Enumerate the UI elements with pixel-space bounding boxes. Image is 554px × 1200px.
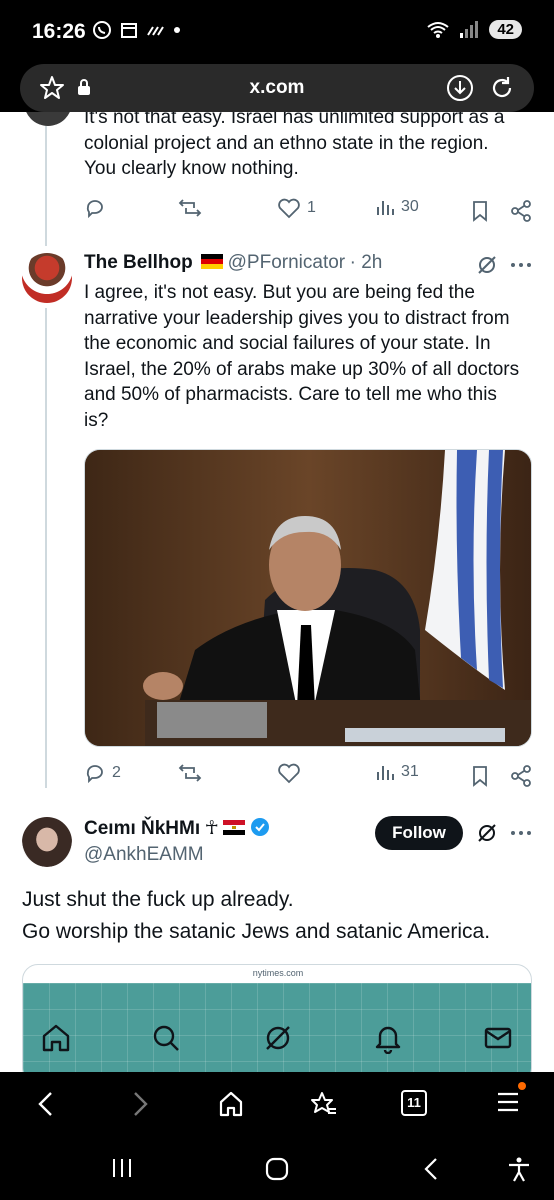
tweet-photo[interactable] <box>84 449 532 747</box>
display-name[interactable]: Ceımı ŇkHMı <box>84 818 200 839</box>
tweet-text: I agree, it's not easy. But you are bein… <box>84 280 534 433</box>
signal-slashes-icon <box>147 26 164 36</box>
reload-icon[interactable] <box>488 74 516 102</box>
tabs-button[interactable]: 11 <box>401 1090 427 1116</box>
ankh-symbol: ☥ <box>204 818 219 839</box>
tweet-text-line: Go worship the satanic Jews and satanic … <box>22 920 491 943</box>
recent-apps-icon[interactable] <box>110 1156 134 1180</box>
repost-button[interactable] <box>178 762 208 784</box>
tweet-actions: 1 30 <box>0 197 554 227</box>
more-options-icon[interactable] <box>510 828 532 838</box>
reply-icon <box>86 765 103 784</box>
menu-badge <box>518 1082 526 1090</box>
grok-icon[interactable] <box>262 1022 294 1054</box>
share-icon[interactable] <box>510 765 532 787</box>
home-icon[interactable] <box>40 1022 72 1054</box>
tweet-text: Just shut the fuck up already. Go worshi… <box>22 884 490 948</box>
whatsapp-icon <box>93 21 111 39</box>
like-button[interactable] <box>277 762 307 784</box>
browser-home-icon[interactable] <box>218 1090 244 1118</box>
thread-line <box>45 126 47 246</box>
tweet-text-line: It's not that easy. Israel has unlimited… <box>84 112 505 128</box>
status-time: 16:26 <box>32 20 86 43</box>
x-bottom-nav <box>0 1008 554 1072</box>
reply-button[interactable]: 2 <box>84 762 121 784</box>
status-bar: 16:26 42 <box>0 0 554 60</box>
forward-icon[interactable] <box>128 1090 152 1118</box>
tweet-time[interactable]: · 2h <box>350 252 383 273</box>
heart-icon <box>278 198 300 219</box>
grok-icon[interactable] <box>476 254 498 276</box>
browser-toolbar: x.com <box>0 60 554 112</box>
avatar[interactable] <box>22 817 72 867</box>
tweet-header: Ceımı ŇkHMı ☥ <box>84 817 270 840</box>
tweet-text-line: narrative your leadership gives you to d… <box>84 307 510 329</box>
system-back-icon[interactable] <box>420 1156 444 1182</box>
user-handle[interactable]: @AnkhEAMM <box>84 844 204 866</box>
judge-photo-image <box>85 450 531 746</box>
analytics-icon <box>377 201 394 215</box>
repost-icon <box>178 199 202 217</box>
views-button[interactable]: 31 <box>375 762 419 782</box>
home-button-icon[interactable] <box>264 1156 290 1182</box>
status-notification-icons <box>92 20 182 40</box>
analytics-icon <box>377 766 394 780</box>
card-domain: nytimes.com <box>252 968 304 978</box>
tweet-text-line: and 50% of pharmacists. Care to tell me … <box>84 384 497 405</box>
tweet-text-line: You clearly know nothing. <box>84 158 299 179</box>
follow-button[interactable]: Follow <box>375 816 463 850</box>
thread-line <box>45 308 47 788</box>
bookmarks-icon[interactable] <box>310 1090 338 1118</box>
bookmark-icon[interactable] <box>470 200 490 222</box>
share-icon[interactable] <box>510 200 532 222</box>
more-options-icon[interactable] <box>510 260 532 270</box>
search-icon[interactable] <box>150 1022 182 1054</box>
timeline: It's not that easy. Israel has unlimited… <box>0 112 554 1072</box>
tweet-text-line: Just shut the fuck up already. <box>22 888 294 911</box>
repost-icon <box>178 764 202 782</box>
menu-icon[interactable] <box>496 1090 520 1114</box>
bookmark-icon[interactable] <box>470 765 490 787</box>
tweet-text-line: the economic and social failures of your… <box>84 333 491 354</box>
display-name[interactable]: The Bellhop <box>84 252 193 273</box>
battery-indicator: 42 <box>489 20 522 39</box>
dot-icon <box>174 27 180 33</box>
reply-icon <box>86 200 103 219</box>
like-button[interactable]: 1 <box>277 197 316 219</box>
reply-button[interactable] <box>84 197 112 219</box>
tweet-text-line: colonial project and an ethno state in t… <box>84 132 489 154</box>
cell-signal-icon <box>460 20 479 38</box>
avatar[interactable] <box>24 112 72 126</box>
views-button[interactable]: 30 <box>375 197 419 217</box>
tweet-text: It's not that easy. Israel has unlimited… <box>84 112 534 182</box>
repost-button[interactable] <box>178 197 208 219</box>
user-handle[interactable]: @PFornicator <box>228 252 346 273</box>
notifications-icon[interactable] <box>372 1022 404 1054</box>
status-system-icons: 42 <box>427 20 522 39</box>
heart-icon <box>278 763 300 784</box>
download-icon[interactable] <box>446 74 474 102</box>
browser-bottom-nav: 11 <box>0 1072 554 1136</box>
germany-flag-icon <box>201 254 224 269</box>
verified-badge-icon[interactable] <box>250 817 270 837</box>
system-nav-bar <box>0 1136 554 1200</box>
egypt-flag-icon <box>223 820 246 835</box>
address-bar[interactable]: x.com <box>20 64 534 112</box>
calendar-icon <box>121 23 137 38</box>
wifi-icon <box>427 21 449 38</box>
tweet-actions: 2 31 <box>0 762 554 792</box>
tweet-text-line: is? <box>84 409 109 431</box>
back-icon[interactable] <box>34 1090 58 1118</box>
tweet-text-line: Israel, the 20% of arabs make up 30% of … <box>84 358 520 380</box>
accessibility-icon[interactable] <box>506 1156 532 1182</box>
messages-icon[interactable] <box>482 1022 514 1054</box>
grok-icon[interactable] <box>476 822 498 844</box>
tweet-text-line: I agree, it's not easy. But you are bein… <box>84 282 475 303</box>
avatar[interactable] <box>22 253 72 303</box>
tweet-header: The Bellhop @PFornicator · 2h <box>84 252 382 274</box>
